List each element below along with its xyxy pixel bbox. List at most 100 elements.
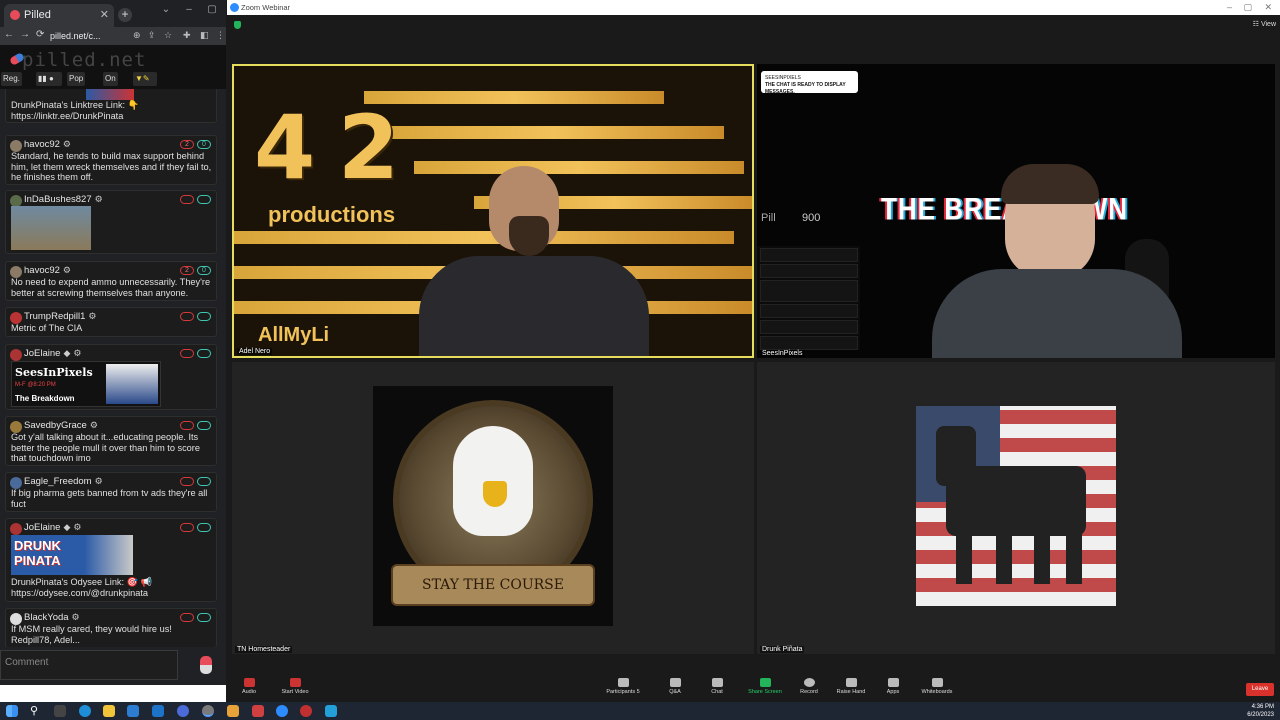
reply-count-badge[interactable] — [180, 421, 194, 430]
search-icon[interactable]: ⚲ — [30, 705, 42, 717]
maximize-icon[interactable]: ▢ — [1243, 0, 1252, 15]
address-bar: ← → ⟳ pilled.net/c... ⊕ ⇪ ☆ ✚ ◧ ⋮ — [0, 27, 226, 45]
reply-count-badge[interactable] — [180, 477, 194, 486]
start-icon[interactable] — [6, 705, 18, 717]
gear-icon[interactable]: ⚙ — [90, 420, 98, 430]
whiteboards-button[interactable]: Whiteboards — [907, 678, 967, 695]
close-tab-icon[interactable]: ✕ — [100, 4, 109, 27]
app-icon[interactable] — [177, 705, 189, 717]
like-badge[interactable] — [197, 477, 211, 486]
video-tile-adel-nero[interactable]: 4 2 productions AllMyLi Adel Nero — [232, 64, 754, 358]
pause-chat-icon[interactable]: ▮▮ ● — [36, 72, 62, 86]
zoom-app-icon[interactable] — [276, 705, 288, 717]
minimize-icon[interactable]: – — [1227, 0, 1232, 15]
video-tile-tn-homesteader[interactable]: STAY THE COURSE TN Homesteader — [232, 362, 754, 654]
chrome-icon[interactable] — [202, 705, 214, 717]
reload-icon[interactable]: ⟳ — [36, 29, 44, 40]
username[interactable]: Eagle_Freedom ⚙ — [24, 476, 103, 487]
gear-icon[interactable]: ⚙ — [63, 265, 71, 275]
reply-count-badge[interactable] — [180, 312, 194, 321]
like-badge[interactable]: 0 — [197, 266, 211, 275]
close-icon[interactable]: ✕ — [1264, 0, 1272, 15]
sidebar-icon[interactable]: ◧ — [200, 30, 209, 41]
speaker-beard — [509, 216, 549, 256]
gear-icon[interactable]: ⚙ — [95, 194, 103, 204]
comment-input[interactable]: Comment — [0, 650, 178, 680]
gear-icon[interactable]: ⚙ — [73, 348, 81, 358]
gear-icon[interactable]: ⚙ — [63, 139, 71, 149]
like-badge[interactable] — [197, 613, 211, 622]
menu-icon[interactable]: ⋮ — [216, 30, 225, 41]
reply-count-badge[interactable] — [180, 195, 194, 204]
view-button[interactable]: ☷ View — [1253, 20, 1276, 28]
like-badge[interactable] — [197, 195, 211, 204]
video-tile-seesinpixels[interactable]: SEESINPIXELS THE CHAT IS READY TO DISPLA… — [757, 64, 1275, 358]
like-badge[interactable] — [197, 523, 211, 532]
gear-icon[interactable]: ⚙ — [95, 476, 103, 486]
app-icon[interactable] — [325, 705, 337, 717]
reply-count-badge[interactable] — [180, 613, 194, 622]
message-card-image[interactable]: DRUNK PINATA — [11, 535, 133, 575]
browser-tab[interactable]: Pilled ✕ — [4, 4, 114, 27]
message-card-image[interactable]: SeesInPixels M-F @8:20 PM The Breakdown — [11, 361, 161, 407]
chat-message: havoc92 ⚙ 2 0 No need to expend ammo unne… — [5, 261, 217, 301]
participants-button[interactable]: Participants 5 — [593, 678, 653, 695]
gear-icon[interactable]: ⚙ — [88, 311, 96, 321]
mini-chat-row — [760, 264, 858, 278]
site-logo[interactable]: pilled.net — [22, 49, 146, 71]
start-video-button[interactable]: Start Video — [265, 678, 325, 695]
forward-icon[interactable]: → — [20, 29, 30, 40]
pill-send-icon[interactable] — [200, 656, 212, 674]
username[interactable]: TrumpRedpill1 ⚙ — [24, 311, 97, 322]
username[interactable]: InDaBushes827 ⚙ — [24, 194, 103, 205]
reply-count-badge[interactable] — [180, 523, 194, 532]
like-badge[interactable]: 0 — [197, 140, 211, 149]
mail-icon[interactable] — [152, 705, 164, 717]
edge-icon[interactable] — [79, 705, 91, 717]
share-icon[interactable]: ⇪ — [148, 30, 156, 41]
username[interactable]: havoc92 ⚙ — [24, 139, 71, 150]
chat-feed[interactable]: DrunkPinata's Linktree Link: 👇 https://l… — [5, 89, 217, 647]
chat-message: InDaBushes827 ⚙ — [5, 190, 217, 254]
username[interactable]: BlackYoda ⚙ — [24, 612, 80, 623]
reply-count-badge[interactable]: 2 — [180, 140, 194, 149]
back-icon[interactable]: ← — [4, 29, 14, 40]
bookmark-star-icon[interactable]: ☆ — [164, 30, 172, 41]
app-icon[interactable] — [227, 705, 239, 717]
file-explorer-icon[interactable] — [103, 705, 115, 717]
system-clock[interactable]: 4:36 PM 6/20/2023 — [1247, 703, 1274, 719]
register-button[interactable]: Reg. — [1, 72, 22, 86]
video-tile-drunk-pinata[interactable]: Drunk Piñata — [757, 362, 1275, 654]
new-tab-button[interactable]: + — [118, 8, 132, 22]
video-off-icon — [289, 678, 301, 687]
meeting-toolbar: Audio Start Video Participants 5 Q&A Cha… — [227, 674, 1280, 702]
app-icon[interactable] — [252, 705, 264, 717]
app-icon[interactable] — [300, 705, 312, 717]
popout-button[interactable]: Pop — [67, 72, 86, 86]
extensions-icon[interactable]: ✚ — [183, 30, 191, 41]
username[interactable]: JoElaine ◆ ⚙ — [24, 522, 81, 533]
eagle-beak-icon — [483, 481, 507, 507]
encryption-shield-icon[interactable] — [234, 21, 241, 29]
sound-toggle-button[interactable]: On — [103, 72, 118, 86]
username[interactable]: JoElaine ◆ ⚙ — [24, 348, 81, 359]
tab-list-icon[interactable]: ⌄ — [155, 4, 177, 15]
like-badge[interactable] — [197, 349, 211, 358]
leave-button[interactable]: Leave — [1246, 683, 1274, 696]
reply-count-badge[interactable]: 2 — [180, 266, 194, 275]
zoom-lens-icon[interactable]: ⊕ — [133, 30, 141, 41]
username[interactable]: SavedbyGrace ⚙ — [24, 420, 98, 431]
minimize-icon[interactable]: – — [178, 4, 200, 15]
gear-icon[interactable]: ⚙ — [72, 612, 80, 622]
reply-count-badge[interactable] — [180, 349, 194, 358]
gear-icon[interactable]: ⚙ — [73, 522, 81, 532]
like-badge[interactable] — [197, 312, 211, 321]
maximize-icon[interactable]: ▢ — [201, 4, 223, 15]
like-badge[interactable] — [197, 421, 211, 430]
store-icon[interactable] — [127, 705, 139, 717]
message-image[interactable] — [11, 206, 91, 250]
filter-icon[interactable]: ▼✎ — [133, 72, 157, 86]
username[interactable]: havoc92 ⚙ — [24, 265, 71, 276]
task-view-icon[interactable] — [54, 705, 66, 717]
url-field[interactable]: pilled.net/c... — [50, 29, 128, 43]
